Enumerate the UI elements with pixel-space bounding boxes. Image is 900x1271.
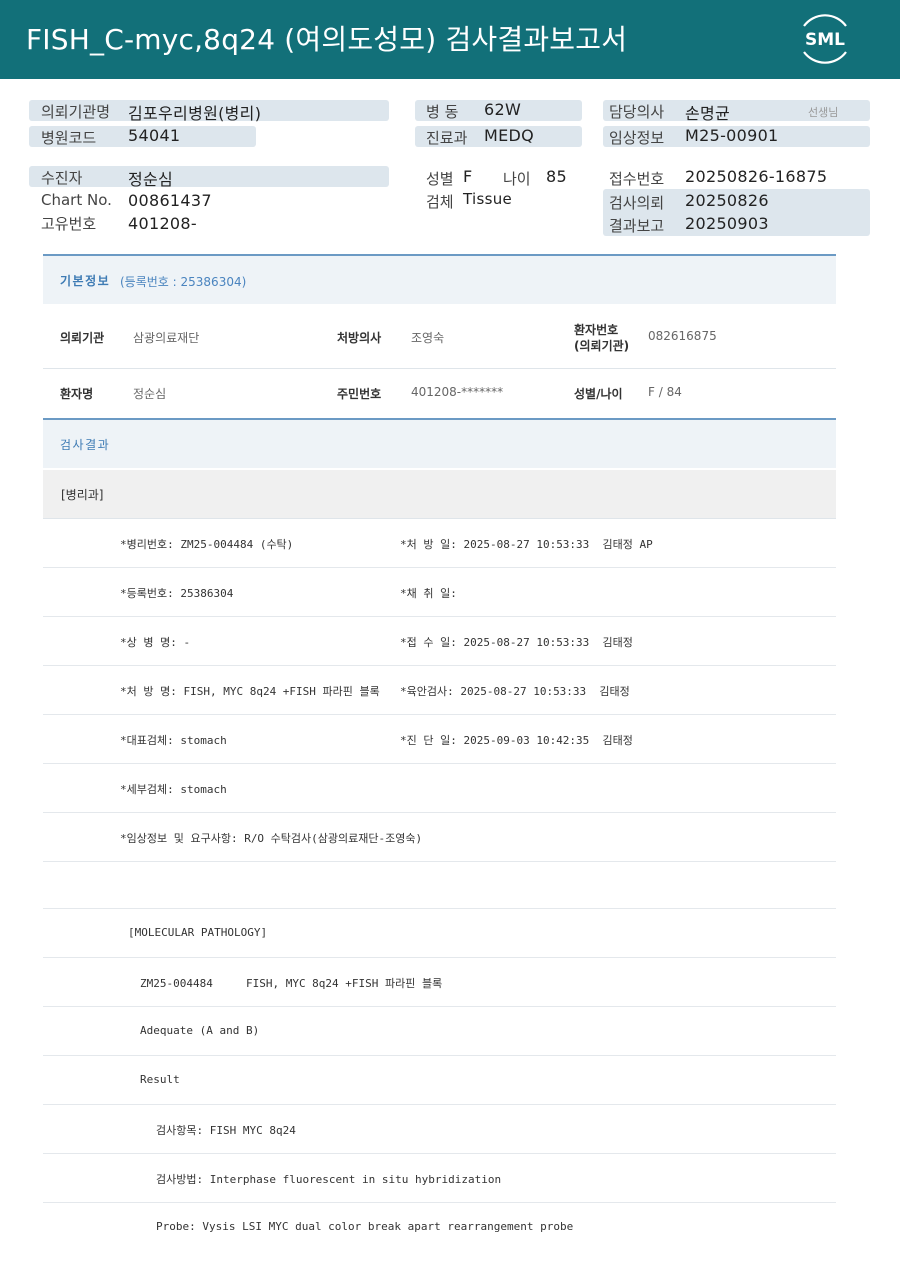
sex-value: F xyxy=(463,167,473,186)
request-value: 20250826 xyxy=(685,191,769,210)
rx-doctor-value: 조영숙 xyxy=(411,331,445,345)
patient-value: 정순심 xyxy=(128,170,174,189)
clinical-label: 임상정보 xyxy=(609,129,665,147)
basic-info-row-2: 환자명 정순심 주민번호 401208-******* 성별/나이 F / 84 xyxy=(43,369,836,418)
result-row: *대표검체: stomach *진 단 일: 2025-09-03 10:42:3… xyxy=(43,715,836,764)
inst-value: 삼광의료재단 xyxy=(133,331,200,345)
mol-line-6: Probe: Vysis LSI MYC dual color break ap… xyxy=(156,1220,574,1233)
department-row: [병리과] xyxy=(43,470,836,519)
department-label: [병리과] xyxy=(61,488,104,502)
registration-no: (등록번호 : 25386304) xyxy=(120,275,247,289)
specimen-label: 검체 xyxy=(426,193,454,211)
patient-pill xyxy=(29,166,389,187)
result-left-text: *세부검체: stomach xyxy=(120,783,227,796)
result-right-text: *진 단 일: 2025-09-03 10:42:35 김태정 xyxy=(400,734,633,747)
result-row: *병리번호: ZM25-004484 (수탁) *처 방 일: 2025-08-2… xyxy=(43,519,836,568)
unique-value: 401208- xyxy=(128,214,197,233)
result-row: *등록번호: 25386304 *채 취 일: xyxy=(43,568,836,617)
mol-row-1: ZM25-004484 FISH, MYC 8q24 +FISH 파라핀 블록 xyxy=(43,958,836,1007)
mol-line-2: Adequate (A and B) xyxy=(140,1024,260,1037)
blank-row xyxy=(43,860,836,909)
pt-no-label-sub: (의뢰기관) xyxy=(574,339,630,353)
rrn-value: 401208-******* xyxy=(411,385,504,399)
report-header: FISH_C-myc,8q24 (여의도성모) 검사결과보고서 SML xyxy=(0,0,900,79)
report-date-value: 20250903 xyxy=(685,214,769,233)
institution-value: 김포우리병원(병리) xyxy=(128,104,262,123)
ward-label: 병 동 xyxy=(426,103,459,121)
pt-no-value: 082616875 xyxy=(648,329,717,343)
mol-line-3: Result xyxy=(140,1073,180,1086)
result-row: *세부검체: stomach xyxy=(43,764,836,813)
sex-label: 성별 xyxy=(426,170,454,188)
ward-value: 62W xyxy=(484,100,522,119)
receipt-label: 접수번호 xyxy=(609,170,665,188)
result-right-text: *처 방 일: 2025-08-27 10:53:33 김태정 AP xyxy=(400,538,653,551)
doctor-label: 담당의사 xyxy=(609,103,665,121)
result-row: *임상정보 및 요구사항: R/O 수탁검사(삼광의료재단-조영숙) xyxy=(43,813,836,862)
result-right-text: *육안검사: 2025-08-27 10:53:33 김태정 xyxy=(400,685,630,698)
unique-label: 고유번호 xyxy=(41,215,97,233)
results-title: 검사결과 xyxy=(60,438,111,452)
patient-label: 수진자 xyxy=(41,169,83,187)
report-date-label: 결과보고 xyxy=(609,217,665,235)
hospital-code-value: 54041 xyxy=(128,126,181,145)
inst-label: 의뢰기관 xyxy=(60,331,105,345)
mol-line-4: 검사항목: FISH MYC 8q24 xyxy=(156,1124,296,1137)
rrn-label: 주민번호 xyxy=(337,387,382,401)
pt-no-label: 환자번호 xyxy=(574,323,619,337)
result-left-text: *상 병 명: - xyxy=(120,636,191,649)
chart-label: Chart No. xyxy=(41,191,112,209)
request-label: 검사의뢰 xyxy=(609,194,665,212)
result-left-text: *등록번호: 25386304 xyxy=(120,587,234,600)
pt-name-label: 환자명 xyxy=(60,387,94,401)
receipt-value: 20250826-16875 xyxy=(685,167,828,186)
dept-value: MEDQ xyxy=(484,126,535,145)
mol-row-5: 검사방법: Interphase fluorescent in situ hyb… xyxy=(43,1154,836,1203)
result-left-text: *대표검체: stomach xyxy=(120,734,227,747)
sml-logo-icon: SML xyxy=(803,14,847,64)
specimen-value: Tissue xyxy=(463,190,513,208)
chart-value: 00861437 xyxy=(128,191,212,210)
mol-heading: [MOLECULAR PATHOLOGY] xyxy=(128,926,268,939)
basic-info-header: 기본정보 (등록번호 : 25386304) xyxy=(43,254,836,304)
pt-name-value: 정순심 xyxy=(133,387,167,401)
result-right-text: *채 취 일: xyxy=(400,587,457,600)
hospital-code-label: 병원코드 xyxy=(41,129,97,147)
report-title: FISH_C-myc,8q24 (여의도성모) 검사결과보고서 xyxy=(26,23,628,56)
institution-label: 의뢰기관명 xyxy=(41,103,111,121)
mol-row-2: Adequate (A and B) xyxy=(43,1007,836,1056)
result-left-text: *처 방 명: FISH, MYC 8q24 +FISH 파라핀 블록 xyxy=(120,685,380,698)
rx-doctor-label: 처방의사 xyxy=(337,331,382,345)
sex-age-value: F / 84 xyxy=(648,385,682,399)
sex-age-label: 성별/나이 xyxy=(574,387,623,401)
logo-text: SML xyxy=(805,30,845,50)
result-right-text: *접 수 일: 2025-08-27 10:53:33 김태정 xyxy=(400,636,633,649)
basic-info-title: 기본정보 xyxy=(60,274,111,288)
age-value: 85 xyxy=(546,167,567,186)
age-label: 나이 xyxy=(503,170,531,188)
result-left-text: *병리번호: ZM25-004484 (수탁) xyxy=(120,538,294,551)
mol-heading-row: [MOLECULAR PATHOLOGY] xyxy=(43,909,836,958)
mol-line-1: ZM25-004484 FISH, MYC 8q24 +FISH 파라핀 블록 xyxy=(140,977,443,990)
result-row: *상 병 명: - *접 수 일: 2025-08-27 10:53:33 김태정 xyxy=(43,617,836,666)
mol-row-6: Probe: Vysis LSI MYC dual color break ap… xyxy=(43,1203,836,1251)
result-row: *처 방 명: FISH, MYC 8q24 +FISH 파라핀 블록 *육안검사… xyxy=(43,666,836,715)
result-left-text: *임상정보 및 요구사항: R/O 수탁검사(삼광의료재단-조영숙) xyxy=(120,832,423,845)
doctor-value: 손명균 xyxy=(685,104,731,123)
clinical-value: M25-00901 xyxy=(685,126,779,145)
doctor-suffix: 선생님 xyxy=(808,106,839,119)
mol-row-4: 검사항목: FISH MYC 8q24 xyxy=(43,1105,836,1154)
mol-line-5: 검사방법: Interphase fluorescent in situ hyb… xyxy=(156,1173,502,1186)
dept-label: 진료과 xyxy=(426,129,468,147)
basic-info-row-1: 의뢰기관 삼광의료재단 처방의사 조영숙 환자번호 (의뢰기관) 0826168… xyxy=(43,304,836,369)
results-header: 검사결과 xyxy=(43,418,836,468)
mol-row-3: Result xyxy=(43,1056,836,1105)
